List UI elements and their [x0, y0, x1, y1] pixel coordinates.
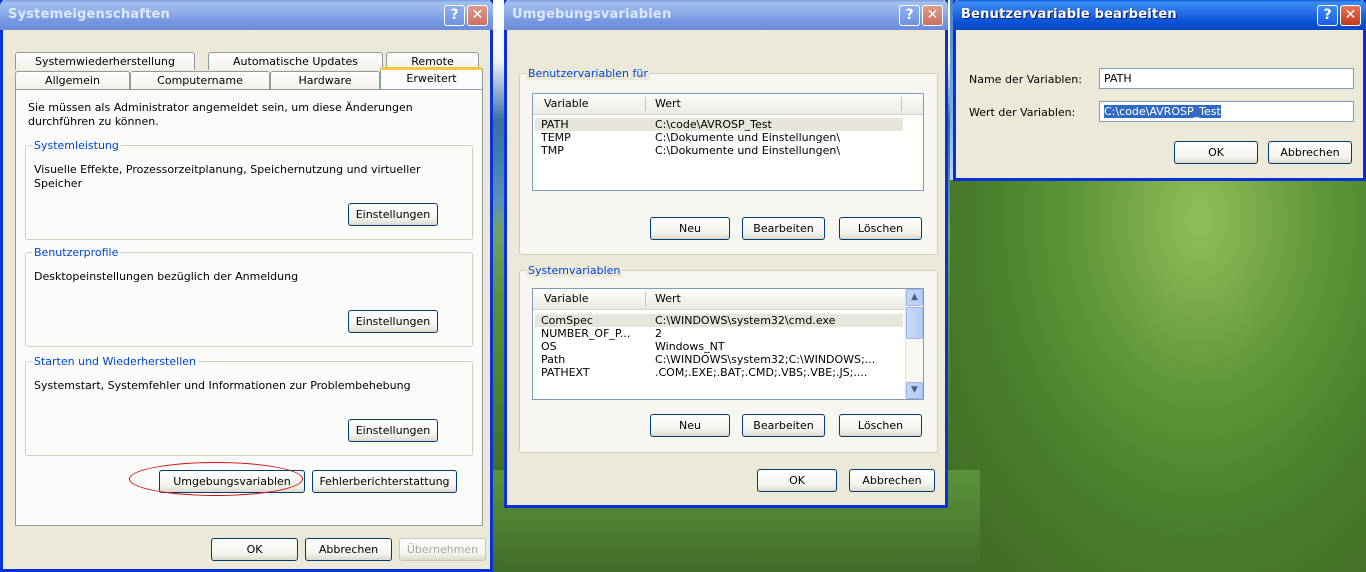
- row-value: C:\code\AVROSP_Test: [655, 118, 772, 131]
- system-properties-window: Systemeigenschaften ? ✕ Systemwiederhers…: [0, 0, 493, 572]
- system-edit-button[interactable]: Bearbeiten: [742, 414, 825, 437]
- performance-legend: Systemleistung: [32, 139, 121, 152]
- system-variables-list[interactable]: Variable Wert ComSpec C:\WINDOWS\system3…: [532, 288, 924, 400]
- system-properties-titlebar[interactable]: Systemeigenschaften ? ✕: [0, 0, 493, 30]
- cancel-button[interactable]: Abbrechen: [849, 469, 935, 492]
- cancel-button[interactable]: Abbrechen: [305, 538, 392, 561]
- scroll-down-icon[interactable]: ▼: [906, 382, 923, 399]
- scroll-thumb[interactable]: [906, 307, 923, 339]
- ok-button[interactable]: OK: [1174, 141, 1258, 164]
- table-row[interactable]: NUMBER_OF_P... 2: [535, 327, 903, 340]
- user-variables-group: Benutzervariablen für Variable Wert PATH…: [519, 67, 938, 255]
- performance-group: Systemleistung Visuelle Effekte, Prozess…: [25, 139, 473, 240]
- row-variable: TMP: [541, 144, 564, 157]
- tab-hardware[interactable]: Hardware: [270, 71, 380, 89]
- cancel-button[interactable]: Abbrechen: [1268, 141, 1352, 164]
- column-value[interactable]: Wert: [655, 292, 681, 305]
- system-delete-button[interactable]: Löschen: [839, 414, 922, 437]
- row-variable: TEMP: [541, 131, 571, 144]
- row-value: 2: [655, 327, 662, 340]
- tab-allgemein[interactable]: Allgemein: [15, 71, 130, 89]
- performance-settings-button[interactable]: Einstellungen: [348, 203, 438, 226]
- row-variable: OS: [541, 340, 557, 353]
- row-value: C:\WINDOWS\system32;C:\WINDOWS;...: [655, 353, 876, 366]
- table-row[interactable]: PATH C:\code\AVROSP_Test: [535, 118, 903, 131]
- help-button[interactable]: ?: [899, 5, 920, 26]
- table-row[interactable]: PATHEXT .COM;.EXE;.BAT;.CMD;.VBS;.VBE;.J…: [535, 366, 903, 379]
- profiles-legend: Benutzerprofile: [32, 246, 121, 259]
- ok-button[interactable]: OK: [757, 469, 837, 492]
- row-variable: Path: [541, 353, 566, 366]
- edit-user-variable-titlebar[interactable]: Benutzervariable bearbeiten ? ✕: [953, 0, 1366, 30]
- tab-erweitert[interactable]: Erweitert: [380, 67, 483, 89]
- edit-user-variable-window: Benutzervariable bearbeiten ? ✕ Name der…: [953, 0, 1366, 181]
- table-row[interactable]: Path C:\WINDOWS\system32;C:\WINDOWS;...: [535, 353, 903, 366]
- user-delete-button[interactable]: Löschen: [839, 217, 922, 240]
- apply-button[interactable]: Übernehmen: [399, 538, 486, 561]
- table-row[interactable]: TEMP C:\Dokumente und Einstellungen\: [535, 131, 921, 144]
- user-variables-legend: Benutzervariablen für: [526, 67, 650, 80]
- desktop-hills: [950, 180, 1366, 572]
- tab-systemwiederherstellung[interactable]: Systemwiederherstellung: [15, 52, 195, 70]
- profiles-text: Desktopeinstellungen bezüglich der Anmel…: [34, 270, 299, 283]
- row-value: C:\Dokumente und Einstellungen\: [655, 131, 841, 144]
- window-title: Benutzervariable bearbeiten: [961, 7, 1177, 22]
- performance-text: Visuelle Effekte, Prozessorzeitplanung, …: [34, 163, 421, 190]
- system-new-button[interactable]: Neu: [650, 414, 730, 437]
- error-reporting-button[interactable]: Fehlerberichterstattung: [312, 470, 457, 493]
- list-header: Variable Wert: [533, 289, 905, 310]
- profiles-settings-button[interactable]: Einstellungen: [348, 310, 438, 333]
- row-variable: ComSpec: [541, 314, 593, 327]
- system-variables-group: Systemvariablen Variable Wert ComSpec C:…: [519, 264, 938, 453]
- close-button[interactable]: ✕: [1340, 5, 1361, 26]
- user-edit-button[interactable]: Bearbeiten: [742, 217, 825, 240]
- row-value: C:\Dokumente und Einstellungen\: [655, 144, 841, 157]
- column-value[interactable]: Wert: [655, 97, 681, 110]
- close-button[interactable]: ✕: [467, 5, 488, 26]
- user-new-button[interactable]: Neu: [650, 217, 730, 240]
- tab-automatische-updates[interactable]: Automatische Updates: [208, 52, 383, 70]
- variable-name-label: Name der Variablen:: [969, 73, 1082, 86]
- ok-button[interactable]: OK: [211, 538, 298, 561]
- highlight-circle: [129, 462, 303, 496]
- row-value: Windows_NT: [655, 340, 725, 353]
- column-variable[interactable]: Variable: [544, 97, 589, 110]
- admin-note: Sie müssen als Administrator angemeldet …: [28, 101, 413, 128]
- column-variable[interactable]: Variable: [544, 292, 589, 305]
- tab-computername[interactable]: Computername: [130, 71, 270, 89]
- table-row[interactable]: TMP C:\Dokumente und Einstellungen\: [535, 144, 921, 157]
- environment-variables-window: Umgebungsvariablen ? ✕ Benutzervariablen…: [504, 0, 948, 508]
- help-button[interactable]: ?: [444, 5, 465, 26]
- environment-variables-titlebar[interactable]: Umgebungsvariablen ? ✕: [504, 0, 948, 30]
- row-variable: PATHEXT: [541, 366, 590, 379]
- table-row[interactable]: OS Windows_NT: [535, 340, 903, 353]
- close-button[interactable]: ✕: [922, 5, 943, 26]
- row-value: .COM;.EXE;.BAT;.CMD;.VBS;.VBE;.JS;....: [655, 366, 868, 379]
- row-variable: PATH: [541, 118, 569, 131]
- row-variable: NUMBER_OF_P...: [541, 327, 631, 340]
- variable-value-field[interactable]: C:\code\AVROSP_Test: [1099, 101, 1354, 122]
- row-value: C:\WINDOWS\system32\cmd.exe: [655, 314, 836, 327]
- window-title: Umgebungsvariablen: [512, 7, 672, 22]
- window-title: Systemeigenschaften: [8, 7, 171, 22]
- startup-group: Starten und Wiederherstellen Systemstart…: [25, 355, 473, 456]
- startup-text: Systemstart, Systemfehler und Informatio…: [34, 379, 411, 392]
- variable-value-selection: C:\code\AVROSP_Test: [1104, 105, 1221, 118]
- list-header: Variable Wert: [533, 94, 923, 115]
- scroll-up-icon[interactable]: ▲: [906, 289, 923, 306]
- help-button[interactable]: ?: [1317, 5, 1338, 26]
- profiles-group: Benutzerprofile Desktopeinstellungen bez…: [25, 246, 473, 347]
- vertical-scrollbar[interactable]: ▲ ▼: [905, 289, 923, 399]
- system-variables-legend: Systemvariablen: [526, 264, 623, 277]
- table-row[interactable]: ComSpec C:\WINDOWS\system32\cmd.exe: [535, 314, 903, 327]
- startup-legend: Starten und Wiederherstellen: [32, 355, 198, 368]
- variable-name-field[interactable]: PATH: [1099, 68, 1354, 89]
- startup-settings-button[interactable]: Einstellungen: [348, 419, 438, 442]
- advanced-tab-panel: Sie müssen als Administrator angemeldet …: [15, 89, 483, 526]
- variable-value-label: Wert der Variablen:: [969, 106, 1076, 119]
- user-variables-list[interactable]: Variable Wert PATH C:\code\AVROSP_Test T…: [532, 93, 924, 191]
